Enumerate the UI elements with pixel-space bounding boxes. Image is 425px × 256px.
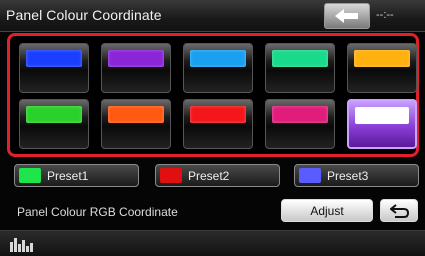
colour-swatch-bar bbox=[108, 106, 164, 123]
preset2-button[interactable]: Preset2 bbox=[155, 164, 280, 187]
colour-swatch-button-2[interactable] bbox=[101, 43, 171, 93]
colour-swatch-bar bbox=[26, 50, 82, 67]
rgb-coordinate-label: Panel Colour RGB Coordinate bbox=[17, 205, 178, 219]
page-title: Panel Colour Coordinate bbox=[6, 7, 162, 23]
bottom-bar bbox=[0, 230, 425, 256]
return-arrow-icon bbox=[390, 204, 410, 218]
colour-swatch-bar bbox=[272, 50, 328, 67]
colour-swatch-button-9[interactable] bbox=[265, 99, 335, 149]
adjust-button[interactable]: Adjust bbox=[281, 199, 373, 222]
colour-swatch-bar bbox=[108, 50, 164, 67]
colour-swatch-bar bbox=[190, 106, 246, 123]
back-arrow-icon bbox=[335, 9, 358, 23]
colour-swatch-bar bbox=[26, 106, 82, 123]
colour-swatch-button-3[interactable] bbox=[183, 43, 253, 93]
colour-swatch-button-10[interactable] bbox=[347, 99, 417, 149]
colour-swatch-bar bbox=[354, 50, 410, 67]
preset-swatch bbox=[299, 168, 321, 183]
back-button[interactable] bbox=[324, 3, 370, 29]
colour-swatch-bar bbox=[190, 50, 246, 67]
colour-swatch-bar bbox=[272, 106, 328, 123]
colour-swatch-button-6[interactable] bbox=[19, 99, 89, 149]
clock: --:-- bbox=[376, 9, 394, 21]
return-button[interactable] bbox=[380, 199, 418, 222]
colour-swatch-button-7[interactable] bbox=[101, 99, 171, 149]
colour-swatch-button-1[interactable] bbox=[19, 43, 89, 93]
colour-swatch-button-4[interactable] bbox=[265, 43, 335, 93]
colour-swatch-bar bbox=[355, 107, 409, 124]
preset-swatch bbox=[19, 168, 41, 183]
preset-label: Preset1 bbox=[47, 169, 89, 183]
preset-swatch bbox=[160, 168, 182, 183]
panel-colour-screen: Panel Colour Coordinate --:-- Preset1 Pr… bbox=[0, 0, 425, 256]
preset-label: Preset3 bbox=[327, 169, 369, 183]
adjust-label: Adjust bbox=[310, 204, 344, 218]
preset3-button[interactable]: Preset3 bbox=[294, 164, 419, 187]
preset1-button[interactable]: Preset1 bbox=[14, 164, 139, 187]
equalizer-bars-icon[interactable] bbox=[10, 236, 34, 252]
colour-grid bbox=[7, 33, 419, 157]
title-bar: Panel Colour Coordinate --:-- bbox=[0, 0, 425, 32]
preset-label: Preset2 bbox=[188, 169, 230, 183]
colour-swatch-button-5[interactable] bbox=[347, 43, 417, 93]
colour-swatch-button-8[interactable] bbox=[183, 99, 253, 149]
